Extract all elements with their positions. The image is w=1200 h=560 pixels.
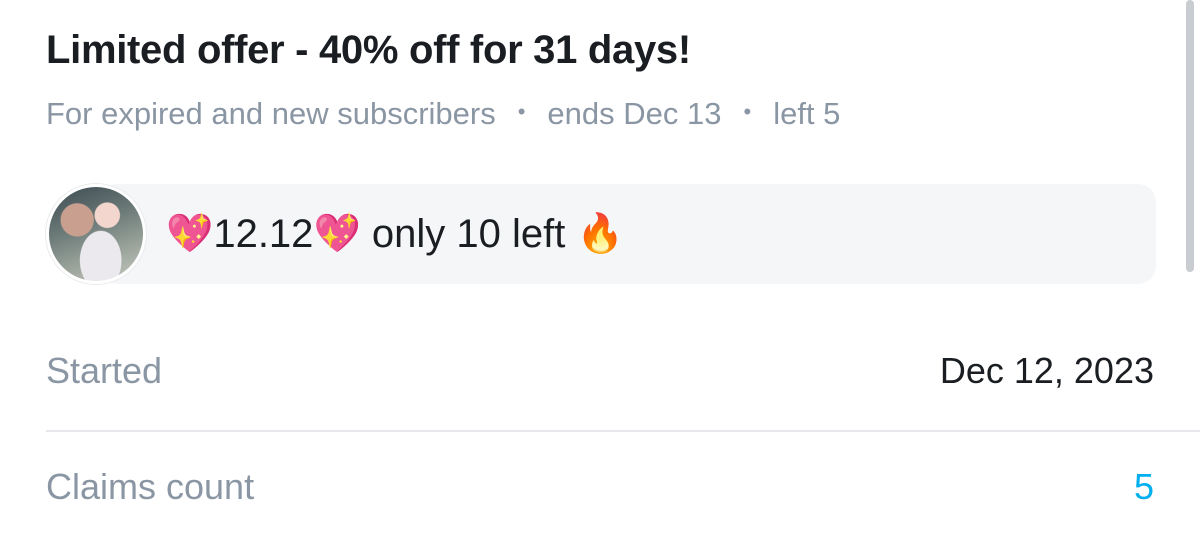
fire-icon: 🔥 <box>576 213 624 255</box>
avatar[interactable] <box>46 184 146 284</box>
started-value: Dec 12, 2023 <box>939 350 1154 391</box>
started-row: Started Dec 12, 2023 <box>46 350 1154 392</box>
offer-left: left 5 <box>773 96 841 131</box>
claims-count-value[interactable]: 5 <box>1134 466 1154 508</box>
divider <box>46 430 1200 432</box>
scrollbar[interactable] <box>1186 0 1194 272</box>
message-bubble: 💖 12.12 💖 only 10 left 🔥 <box>98 184 1156 284</box>
sparkling-heart-icon: 💖 <box>313 213 361 255</box>
claims-label: Claims count <box>46 466 255 507</box>
offer-audience: For expired and new subscribers <box>46 96 496 131</box>
meta-separator-dot: • <box>517 99 526 124</box>
sparkling-heart-icon: 💖 <box>166 213 214 255</box>
message-text-date: 12.12 <box>213 211 314 256</box>
offer-meta: For expired and new subscribers • ends D… <box>46 96 840 132</box>
claims-row: Claims count 5 <box>46 466 1154 508</box>
offer-title: Limited offer - 40% off for 31 days! <box>46 28 691 72</box>
started-label: Started <box>46 350 163 391</box>
offer-ends: ends Dec 13 <box>547 96 722 131</box>
offer-message: 💖 12.12 💖 only 10 left 🔥 <box>46 184 1156 286</box>
message-text-remaining: only 10 left <box>360 211 577 256</box>
meta-separator-dot: • <box>743 99 752 124</box>
